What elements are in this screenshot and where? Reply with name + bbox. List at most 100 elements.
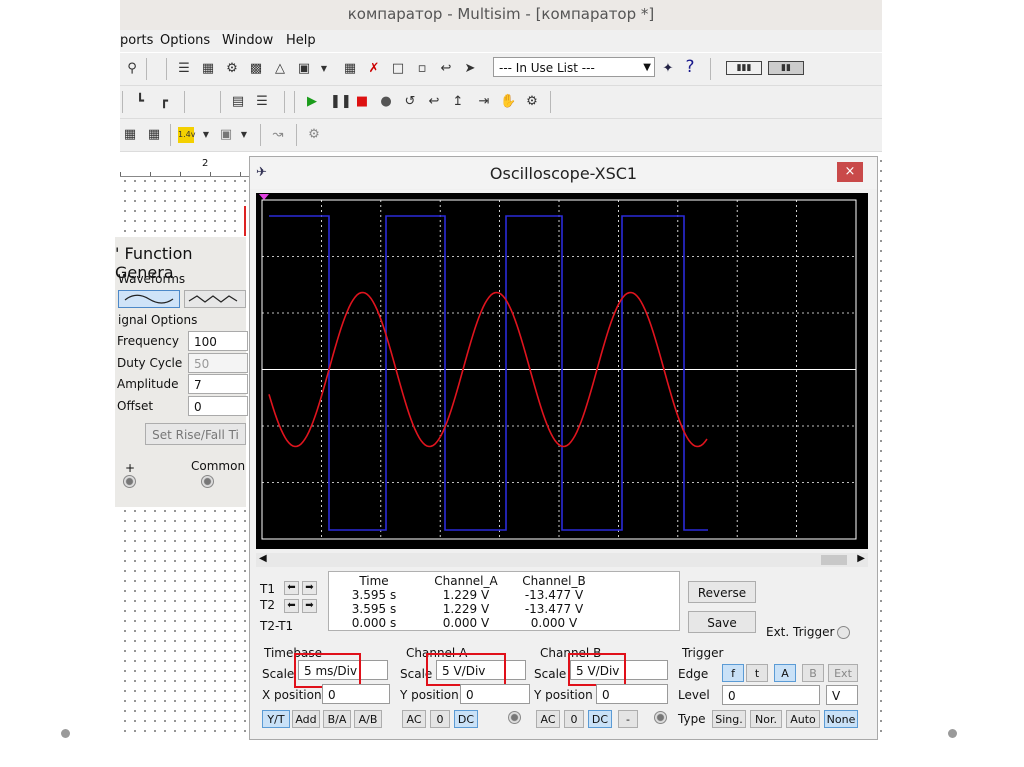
dropdown-arrow-icon[interactable]: ▼ [316,61,332,77]
channel-a-ypos-input[interactable]: 0 [460,684,530,704]
channel-b-ac-button[interactable]: AC [536,710,560,728]
probe-voltage-icon[interactable]: 1.4v [178,127,195,143]
component-icon[interactable]: ⚙ [224,61,240,77]
t1-left-button[interactable]: ⬅ [284,581,299,595]
channel-a-zero-button[interactable]: 0 [430,710,450,728]
pause-icon[interactable]: ❚❚ [330,94,352,110]
instrument-panel-icon[interactable]: ▮▮ [768,61,804,75]
run-icon[interactable]: ▶ [304,94,320,110]
a-over-b-button[interactable]: A/B [354,710,382,728]
instrument-icon[interactable]: ▣ [296,61,312,77]
trigger-none-button[interactable]: None [824,710,858,728]
settings-icon[interactable]: ⚙ [306,127,322,143]
in-use-list-select[interactable]: --- In Use List --- ▼ [493,57,655,77]
sine-wave-button[interactable] [118,290,180,308]
database-manager-icon[interactable]: ▦ [122,127,138,143]
bus-icon[interactable]: ┏ [156,94,172,110]
chevron-down-icon: ▼ [643,62,651,73]
breakpoint-icon[interactable]: ● [378,94,394,110]
dropdown-arrow-icon[interactable]: ▼ [198,127,214,143]
step-into-icon[interactable]: ↺ [402,94,418,110]
wire-icon[interactable]: ┗ [132,94,148,110]
ext-trigger-terminal[interactable] [837,626,850,639]
erc-icon[interactable]: ✗ [366,61,382,77]
calculator-icon[interactable]: ▦ [342,61,358,77]
probe-icon[interactable]: ▤ [230,94,246,110]
trigger-source-ext-button[interactable]: Ext [828,664,858,682]
step-over-icon[interactable]: ↩ [426,94,442,110]
dropdown-arrow-icon[interactable]: ▼ [236,127,252,143]
back-annotate-icon[interactable]: ↩ [438,61,454,77]
channel-b-zero-button[interactable]: 0 [564,710,584,728]
menu-window[interactable]: Window [222,33,273,48]
b-over-a-button[interactable]: B/A [323,710,351,728]
trigger-normal-button[interactable]: Nor. [750,710,782,728]
t2-right-button[interactable]: ➡ [302,599,317,613]
trigger-source-a-button[interactable]: A [774,664,796,682]
t1-right-button[interactable]: ➡ [302,581,317,595]
spreadsheet-icon[interactable]: ▦ [200,61,216,77]
database-icon[interactable]: ✦ [660,61,676,77]
menu-help[interactable]: Help [286,33,316,48]
falling-edge-button[interactable]: t [746,664,768,682]
common-terminal[interactable] [201,475,214,488]
scrollbar-thumb[interactable] [821,555,847,565]
channel-b-terminal[interactable] [654,711,667,724]
app-titlebar: компаратор - Multisim - [компаратор *] [120,0,882,31]
t2-t1-label: T2-T1 [260,619,294,633]
connect-icon[interactable]: ↝ [270,127,286,143]
rising-edge-button[interactable]: f [722,664,744,682]
help-icon[interactable]: ? [682,59,698,76]
trigger-single-button[interactable]: Sing. [712,710,746,728]
duty-cycle-input[interactable]: 50 [188,353,248,373]
frequency-input[interactable]: 100 [188,331,248,351]
t2-left-button[interactable]: ⬅ [284,599,299,613]
trigger-source-b-button[interactable]: B [802,664,824,682]
scroll-left-icon[interactable]: ◀ [259,553,267,564]
yt-button[interactable]: Y/T [262,710,290,728]
channel-b-dc-button[interactable]: DC [588,710,612,728]
scroll-right-icon[interactable]: ▶ [857,553,865,564]
amplitude-input[interactable]: 7 [188,374,248,394]
menu-options[interactable]: Options [160,33,210,48]
add-button[interactable]: Add [292,710,320,728]
reverse-button[interactable]: Reverse [688,581,756,603]
oscilloscope-screen[interactable] [256,193,868,549]
channel-b-ypos-input[interactable]: 0 [596,684,668,704]
trigger-auto-button[interactable]: Auto [786,710,820,728]
plus-terminal[interactable] [123,475,136,488]
menu-reports[interactable]: ports [120,33,153,48]
trigger-level-input[interactable]: 0 [722,685,820,705]
hierarchy-icon[interactable]: ☰ [176,61,192,77]
set-rise-fall-button[interactable]: Set Rise/Fall Ti [145,423,246,445]
select-box-icon[interactable]: □ [390,61,406,77]
paste-icon[interactable]: ▫ [414,61,430,77]
offset-input[interactable]: 0 [188,396,248,416]
run-to-cursor-icon[interactable]: ⇥ [476,94,492,110]
readout-cell: 0.000 V [442,616,490,630]
close-button[interactable]: × [837,162,863,182]
channel-a-dc-button[interactable]: DC [454,710,478,728]
channel-b-minus-button[interactable]: - [618,710,638,728]
forward-annotate-icon[interactable]: ➤ [462,61,478,77]
postprocessor-icon[interactable]: △ [272,61,288,77]
component-wizard-icon[interactable]: ▦ [146,127,162,143]
trigger-level-unit-select[interactable]: V [826,685,858,705]
probe-hand-icon[interactable]: ✋ [500,94,516,110]
probe-settings-icon[interactable]: ⚙ [524,94,540,110]
instrument-panel-icon[interactable]: ▮▮▮ [726,61,762,75]
channel-b-scale-label: Scale [534,667,567,681]
channel-a-ac-button[interactable]: AC [402,710,426,728]
timebase-xpos-input[interactable]: 0 [322,684,390,704]
grapher-icon[interactable]: ▩ [248,61,264,77]
chip-icon[interactable]: ▣ [218,127,234,143]
stop-icon[interactable]: ■ [354,94,370,110]
horizontal-scrollbar[interactable]: ◀ ▶ [256,553,868,567]
channel-a-terminal[interactable] [508,711,521,724]
list-icon[interactable]: ☰ [254,94,270,110]
save-button[interactable]: Save [688,611,756,633]
wire-marker [244,206,246,236]
zoom-icon[interactable]: ⚲ [124,61,140,77]
triangle-wave-button[interactable] [184,290,246,308]
step-out-icon[interactable]: ↥ [450,94,466,110]
